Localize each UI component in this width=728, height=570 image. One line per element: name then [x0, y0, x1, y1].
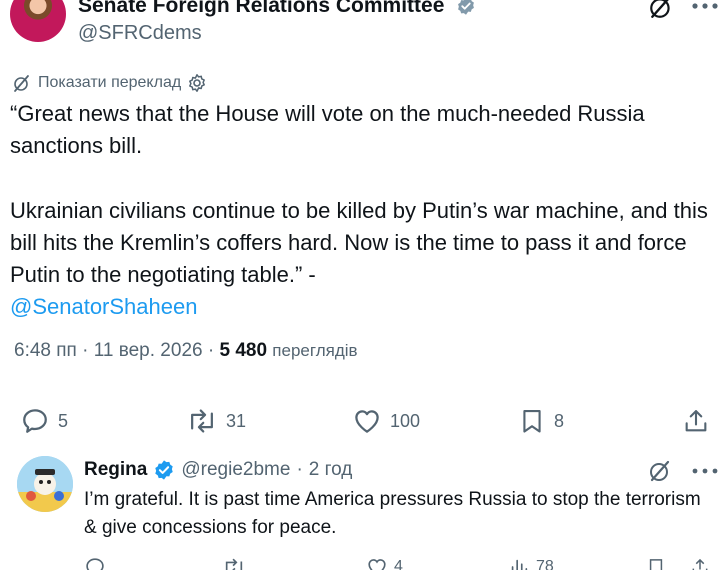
translation-settings-icon[interactable]	[187, 73, 207, 93]
more-options-icon[interactable]	[690, 466, 720, 476]
grok-icon[interactable]	[648, 0, 674, 20]
more-options-icon[interactable]	[690, 0, 720, 12]
tweet-date[interactable]: 11 вер. 2026	[94, 340, 203, 361]
views-chart-icon	[511, 559, 528, 570]
bookmark-icon	[523, 410, 541, 433]
mention-link[interactable]: @SenatorShaheen	[10, 294, 197, 319]
like-button[interactable]: 100	[352, 403, 420, 439]
author-avatar[interactable]	[10, 0, 66, 42]
author-handle[interactable]: @SFRCdems	[78, 22, 202, 45]
reply-repost-button[interactable]	[222, 556, 246, 570]
verified-badge-icon	[155, 460, 174, 480]
reply-reply-button[interactable]	[84, 556, 106, 570]
author-name[interactable]: Senate Foreign Relations Committee	[78, 0, 444, 18]
tweet-paragraph-2-text: Ukrainian civilians continue to be kille…	[10, 198, 708, 287]
reply-author-name[interactable]: Regina	[84, 459, 147, 481]
tweet-paragraph-2: Ukrainian civilians continue to be kille…	[10, 195, 710, 323]
bookmark-count: 8	[554, 410, 565, 431]
repost-icon	[191, 409, 213, 433]
tweet-action-bar: 5 31 100 8	[0, 403, 728, 439]
tweet-meta: 6:48 пп · 11 вер. 2026 · 5 480 перегляді…	[14, 340, 358, 362]
bookmark-icon	[649, 559, 663, 570]
reply-action-bar: 4 78	[0, 556, 728, 570]
repost-icon	[225, 558, 243, 570]
tweet-paragraph-1: “Great news that the House will vote on …	[10, 101, 645, 158]
heart-icon	[355, 410, 379, 433]
reply-separator: ·	[296, 459, 303, 480]
reply-icon	[86, 558, 104, 570]
reply-icon	[23, 409, 47, 433]
reply-like-count: 4	[394, 558, 403, 570]
reply-views-button[interactable]: 78	[508, 556, 554, 570]
reply-time[interactable]: 2 год	[309, 459, 353, 481]
avatar-image-icon	[17, 456, 73, 512]
views-count: 5 480	[219, 340, 268, 361]
like-count: 100	[390, 410, 421, 431]
reply-button[interactable]: 5	[20, 403, 68, 439]
show-translation-label[interactable]: Показати переклад	[38, 74, 181, 92]
reply-header: Regina @regie2bme · 2 год	[84, 457, 352, 483]
tweet-time[interactable]: 6:48 пп	[14, 340, 77, 361]
repost-button[interactable]: 31	[186, 403, 246, 439]
reply-text: I’m grateful. It is past time America pr…	[84, 489, 701, 538]
grok-icon[interactable]	[648, 459, 672, 483]
reply-bookmark-button[interactable]	[646, 556, 666, 570]
reply-count: 5	[58, 410, 69, 431]
show-translation-link[interactable]: Показати переклад	[12, 71, 207, 95]
translate-icon	[14, 75, 29, 92]
reply-author-avatar[interactable]	[17, 456, 73, 512]
reply-views-count: 78	[536, 558, 554, 570]
views-label: переглядів	[272, 341, 358, 360]
heart-icon	[368, 559, 386, 570]
meta-separator: ·	[207, 340, 215, 361]
share-button[interactable]	[682, 403, 710, 439]
reply-share-button[interactable]	[690, 556, 710, 570]
tweet-text: “Great news that the House will vote on …	[10, 98, 710, 323]
share-icon	[692, 558, 708, 570]
share-icon	[685, 410, 707, 432]
reply-author-handle[interactable]: @regie2bme	[181, 459, 290, 481]
reply-like-button[interactable]: 4	[366, 556, 403, 570]
bookmark-button[interactable]: 8	[518, 403, 564, 439]
repost-count: 31	[226, 410, 247, 431]
meta-separator: ·	[82, 340, 89, 361]
verified-gov-icon	[458, 0, 474, 15]
